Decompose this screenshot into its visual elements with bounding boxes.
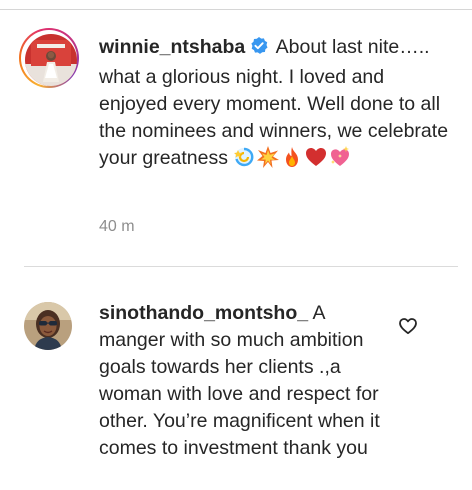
red-heart-emoji-icon (305, 146, 327, 176)
caption-text-block: winnie_ntshaba About last nite….. what a… (99, 34, 449, 176)
author-avatar-image (25, 34, 77, 86)
sparkling-heart-emoji-icon (329, 146, 351, 176)
verified-badge-icon (249, 36, 269, 64)
commenter-avatar[interactable] (24, 302, 72, 350)
like-heart-icon[interactable] (398, 316, 418, 336)
commenter-username[interactable]: sinothando_montsho_ (99, 302, 308, 324)
collision-emoji-icon (257, 146, 280, 176)
author-avatar[interactable] (19, 28, 79, 88)
fire-emoji-icon (281, 146, 303, 176)
post-timestamp: 40 m (99, 218, 135, 235)
top-divider (0, 0, 472, 10)
comment-text-block: sinothando_montsho_ A manger with so muc… (99, 300, 387, 462)
section-divider (24, 266, 458, 267)
dizzy-emoji-icon (233, 146, 255, 176)
comment-body: A manger with so much ambition goals tow… (99, 302, 380, 459)
author-username[interactable]: winnie_ntshaba (99, 36, 245, 58)
